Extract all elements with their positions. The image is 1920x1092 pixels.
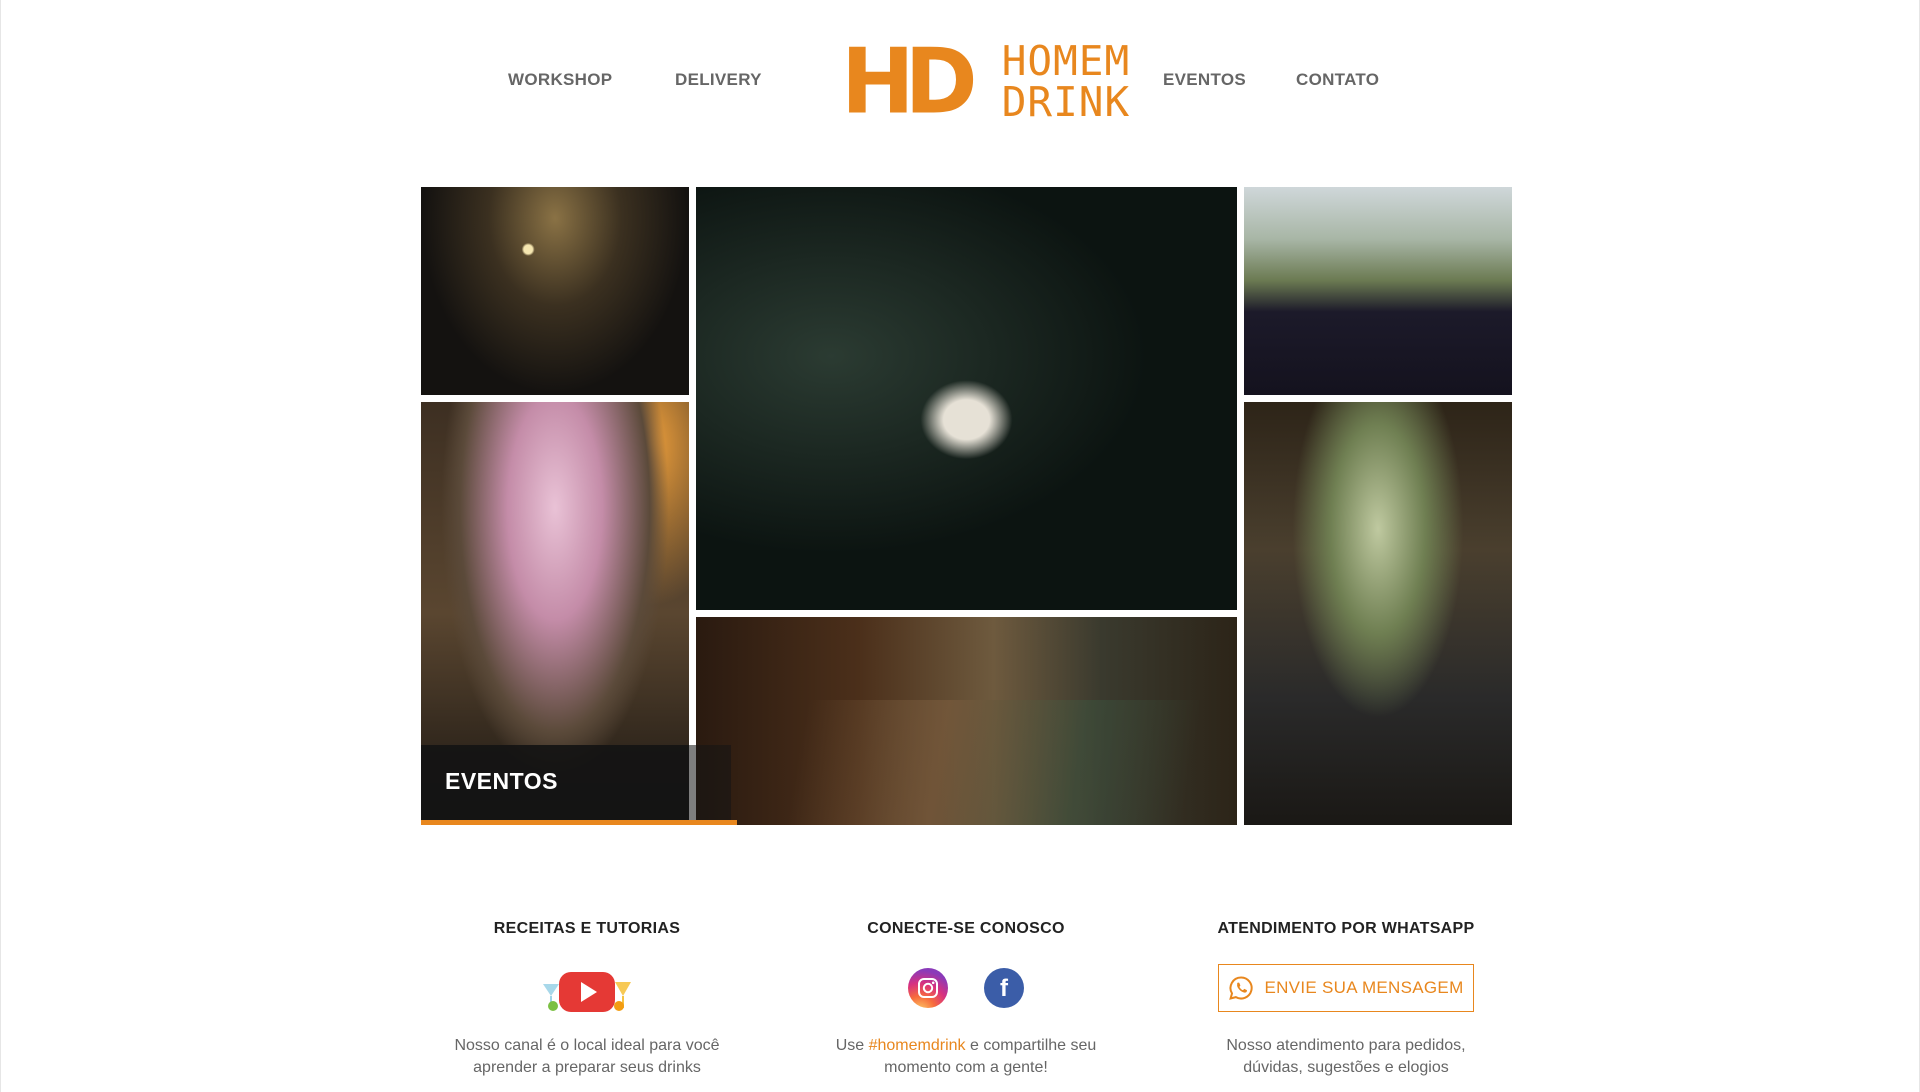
logo-line-2: DRINK — [1001, 78, 1131, 126]
social-icons: f — [796, 968, 1136, 1008]
gallery-photo-event-guests[interactable] — [1244, 402, 1512, 825]
nav-link-delivery[interactable]: DELIVERY — [675, 70, 762, 90]
gallery-photo-bartenders-team[interactable] — [696, 187, 1237, 610]
facebook-icon[interactable]: f — [984, 968, 1024, 1008]
social-title: CONECTE-SE CONOSCO — [867, 920, 1065, 937]
whatsapp-description: Nosso atendimento para pedidos, dúvidas,… — [1176, 1035, 1516, 1079]
nav-link-contato[interactable]: CONTATO — [1296, 70, 1379, 90]
whatsapp-icon — [1229, 976, 1254, 1000]
youtube-title: RECEITAS E TUTORIAS — [493, 920, 681, 937]
nav-link-eventos[interactable]: EVENTOS — [1163, 70, 1246, 90]
youtube-text-line-2: aprender a preparar seus drinks — [473, 1059, 701, 1076]
events-gallery[interactable]: EVENTOS — [421, 187, 1512, 825]
youtube-column: RECEITAS E TUTORIAS Nosso canal é o loca… — [417, 920, 757, 1076]
youtube-drinks-icon[interactable] — [537, 968, 637, 1018]
hashtag-link[interactable]: #homemdrink — [869, 1037, 966, 1054]
send-message-label: ENVIE SUA MENSAGEM — [1264, 978, 1464, 997]
homem-drink-logo[interactable]: HD HOMEM DRINK — [841, 28, 1129, 135]
whatsapp-text-line-1: Nosso atendimento para pedidos, — [1226, 1037, 1466, 1054]
logo-mark: HD — [841, 28, 978, 135]
gallery-photo-outdoor-bar[interactable] — [1244, 187, 1512, 395]
nav-link-workshop[interactable]: WORKSHOP — [508, 70, 612, 90]
youtube-text-line-1: Nosso canal é o local ideal para você — [454, 1037, 720, 1054]
gallery-caption: EVENTOS — [445, 768, 558, 794]
whatsapp-text-line-2: dúvidas, sugestões e elogios — [1243, 1059, 1449, 1076]
page-frame: WORKSHOP DELIVERY HD HOMEM DRINK EVENTOS… — [0, 0, 1920, 1092]
whatsapp-column: ATENDIMENTO POR WHATSAPP ENVIE SUA MENSA… — [1176, 920, 1516, 1076]
youtube-description: Nosso canal é o local ideal para você ap… — [417, 1035, 757, 1079]
social-column: CONECTE-SE CONOSCO f Use #homemdrink e c… — [796, 920, 1136, 1076]
social-text-prefix: Use — [835, 1037, 869, 1054]
instagram-glyph — [918, 978, 938, 998]
logo-line-1: HOMEM — [1001, 37, 1131, 85]
social-text-suffix: e compartilhe seu — [965, 1037, 1097, 1054]
whatsapp-title: ATENDIMENTO POR WHATSAPP — [1217, 920, 1475, 937]
gallery-photo-bar-lights[interactable] — [421, 187, 689, 395]
social-text-line-1: Use #homemdrink e compartilhe seu — [796, 1035, 1136, 1057]
instagram-icon[interactable] — [908, 968, 948, 1008]
slide-progress-bar — [421, 820, 737, 825]
social-text-line-2: momento com a gente! — [884, 1059, 1048, 1076]
facebook-glyph: f — [1000, 975, 1008, 1002]
send-message-button[interactable]: ENVIE SUA MENSAGEM — [1218, 964, 1474, 1012]
gallery-photo-bar-counter[interactable] — [696, 617, 1237, 825]
logo-wordmark: HOMEM DRINK — [1002, 41, 1130, 123]
social-description: Use #homemdrink e compartilhe seu moment… — [796, 1035, 1136, 1079]
